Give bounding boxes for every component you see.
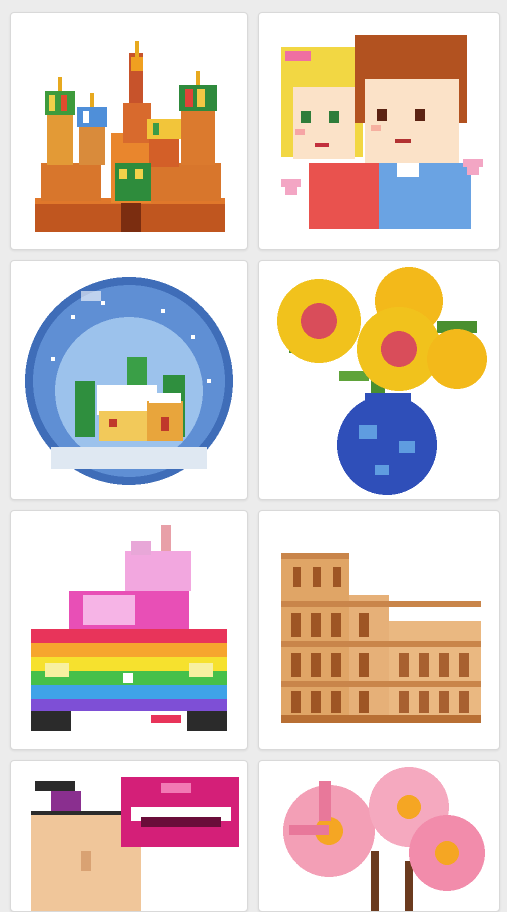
- colosseum-icon: [281, 553, 481, 723]
- artwork-card-pink-flowers[interactable]: [258, 760, 500, 912]
- lips-lollipop-icon: [31, 777, 239, 911]
- artwork-card-colosseum[interactable]: [258, 510, 500, 750]
- sunflower-vase-icon: [277, 267, 487, 495]
- artwork-card-rainbow-car[interactable]: [10, 510, 248, 750]
- artwork-card-sunflower-vase[interactable]: [258, 260, 500, 500]
- cathedral-icon: [35, 41, 225, 232]
- pink-flowers-icon: [283, 767, 485, 911]
- rainbow-car-icon: [31, 525, 227, 731]
- couple-icon: [281, 35, 483, 229]
- artwork-card-couple[interactable]: [258, 12, 500, 250]
- artwork-card-snow-globe[interactable]: [10, 260, 248, 500]
- artwork-card-lips-lollipop[interactable]: [10, 760, 248, 912]
- snow-globe-icon: [25, 277, 233, 485]
- artwork-grid: [0, 0, 507, 912]
- artwork-card-cathedral[interactable]: [10, 12, 248, 250]
